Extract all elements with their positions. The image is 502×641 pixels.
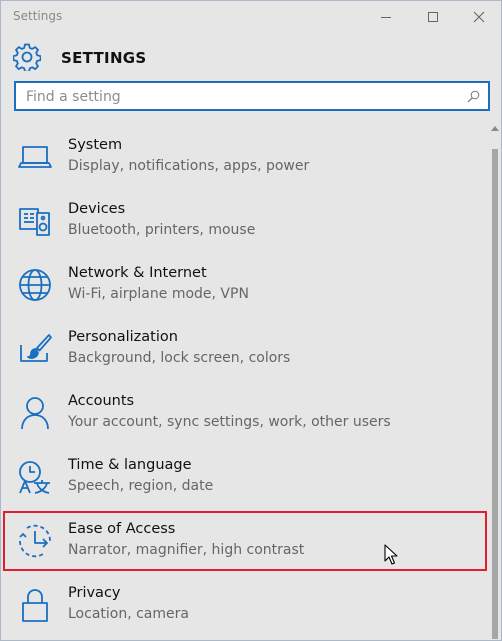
category-label: System: [68, 137, 123, 153]
scroll-up-arrow-icon[interactable]: [491, 125, 499, 131]
category-description: Bluetooth, printers, mouse: [68, 222, 256, 238]
category-label: Personalization: [68, 329, 178, 345]
category-description: Background, lock screen, colors: [68, 350, 291, 366]
settings-category-list: System Display, notifications, apps, pow…: [1, 125, 489, 640]
minimize-button[interactable]: [363, 1, 409, 33]
category-description: Display, notifications, apps, power: [68, 158, 310, 174]
window-title: Settings: [13, 9, 63, 23]
devices-icon: [17, 203, 53, 239]
ease-of-access-icon: [17, 523, 53, 559]
category-time-language[interactable]: Time & language Speech, region, date: [1, 445, 489, 509]
category-label: Network & Internet: [68, 265, 207, 281]
category-label: Accounts: [68, 393, 135, 409]
category-label: Time & language: [68, 457, 192, 473]
close-icon: [473, 11, 485, 23]
maximize-icon: [428, 12, 438, 22]
globe-icon: [17, 267, 53, 303]
category-devices[interactable]: Devices Bluetooth, printers, mouse: [1, 189, 489, 253]
person-icon: [17, 395, 53, 431]
category-description: Narrator, magnifier, high contrast: [68, 542, 305, 558]
laptop-icon: [17, 139, 53, 175]
category-network-internet[interactable]: Network & Internet Wi-Fi, airplane mode,…: [1, 253, 489, 317]
vertical-scrollbar[interactable]: [489, 125, 501, 640]
search-icon[interactable]: [467, 90, 480, 103]
settings-window: Settings SETTINGS Find a setting System …: [0, 0, 502, 641]
category-ease-of-access[interactable]: Ease of Access Narrator, magnifier, high…: [1, 509, 489, 573]
search-box[interactable]: [14, 81, 490, 111]
category-accounts[interactable]: Accounts Your account, sync settings, wo…: [1, 381, 489, 445]
category-description: Your account, sync settings, work, other…: [68, 414, 391, 430]
category-system[interactable]: System Display, notifications, apps, pow…: [1, 125, 489, 189]
scrollbar-thumb[interactable]: [492, 149, 498, 639]
mouse-cursor-icon: [384, 544, 398, 565]
minimize-icon: [381, 17, 391, 18]
maximize-button[interactable]: [410, 1, 456, 33]
page-title: SETTINGS: [61, 49, 147, 67]
category-privacy[interactable]: Privacy Location, camera: [1, 573, 489, 637]
category-description: Wi-Fi, airplane mode, VPN: [68, 286, 249, 302]
category-description: Location, camera: [68, 606, 189, 622]
selection-highlight: [3, 511, 487, 571]
category-personalization[interactable]: Personalization Background, lock screen,…: [1, 317, 489, 381]
paint-brush-icon: [17, 331, 53, 367]
category-label: Privacy: [68, 585, 121, 601]
lock-icon: [17, 587, 53, 623]
search-input[interactable]: [24, 86, 458, 108]
title-bar[interactable]: Settings: [1, 1, 501, 33]
gear-icon: [13, 43, 41, 71]
category-label: Devices: [68, 201, 126, 217]
category-description: Speech, region, date: [68, 478, 214, 494]
close-button[interactable]: [456, 1, 501, 33]
time-language-icon: [17, 459, 53, 495]
category-label: Ease of Access: [68, 521, 176, 537]
